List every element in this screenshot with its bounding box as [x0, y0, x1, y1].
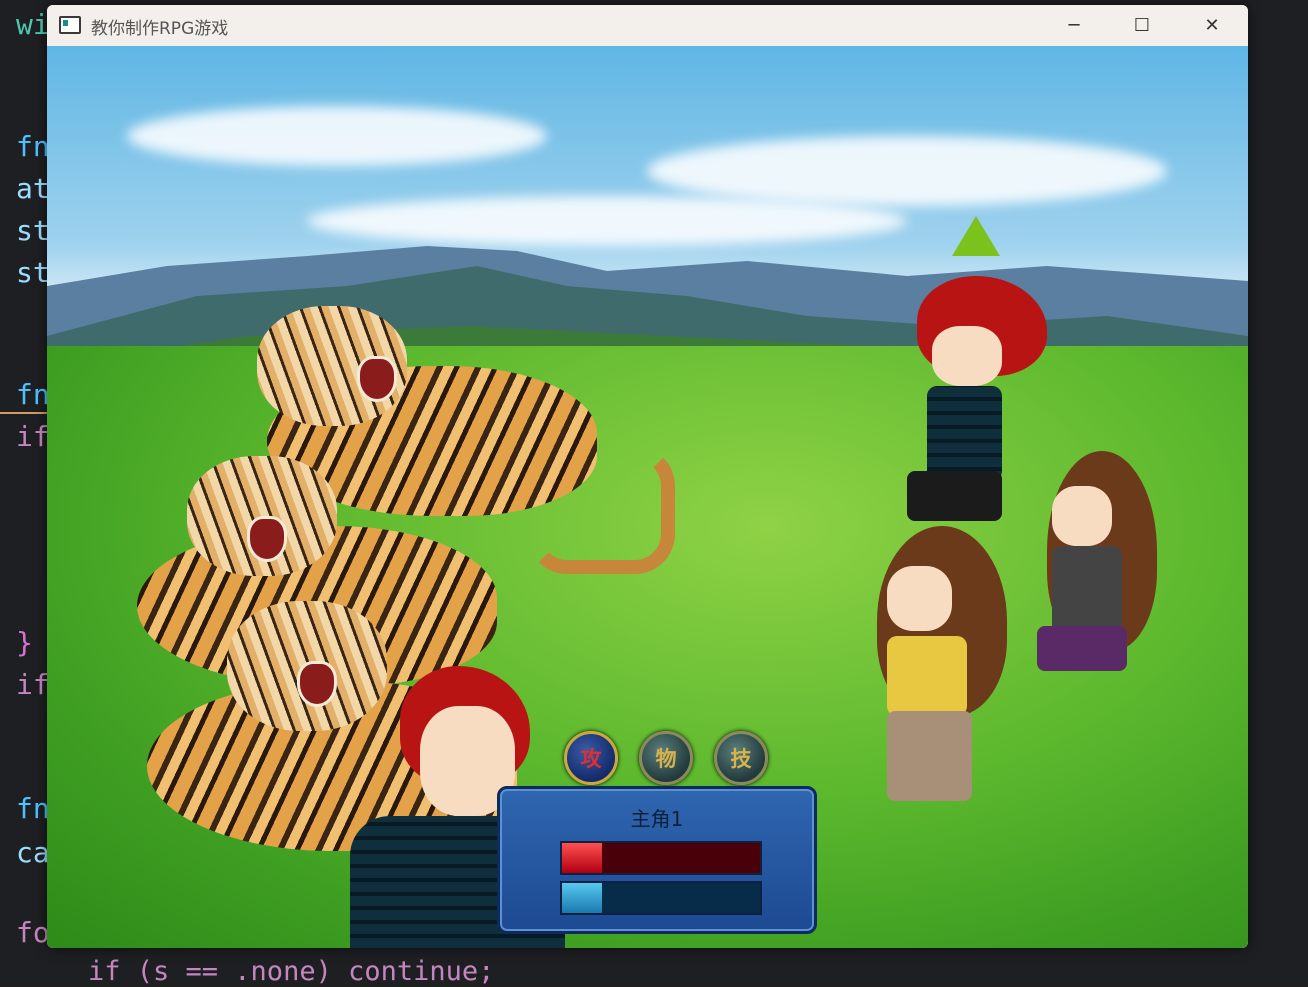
- code-line: if (s == .none) continue;: [88, 956, 495, 987]
- code-line: st: [16, 214, 50, 247]
- character-status-panel: 主角1: [497, 786, 817, 934]
- code-line: fn: [16, 378, 50, 411]
- code-line: fn: [16, 792, 50, 825]
- hp-bar: [560, 841, 762, 875]
- skill-command-button[interactable]: 技: [714, 731, 768, 785]
- mp-bar: [560, 881, 762, 915]
- character-name: 主角1: [630, 807, 684, 831]
- battle-scene: 攻 物 技 主角1: [47, 46, 1248, 948]
- code-line: fo: [16, 916, 50, 949]
- code-line: wi: [16, 8, 50, 41]
- minimize-button[interactable]: ─: [1051, 5, 1097, 46]
- code-line: }: [16, 626, 33, 659]
- close-button[interactable]: ✕: [1189, 5, 1235, 46]
- maximize-button[interactable]: ☐: [1119, 5, 1165, 46]
- hp-bar-fill: [562, 843, 602, 873]
- app-window-icon: [59, 16, 81, 34]
- mp-bar-fill: [562, 883, 602, 913]
- code-line: at: [16, 172, 50, 205]
- title-bar[interactable]: 教你制作RPG游戏 ─ ☐ ✕: [47, 5, 1248, 46]
- code-line: if: [16, 668, 50, 701]
- code-line: st: [16, 256, 50, 289]
- item-command-button[interactable]: 物: [639, 731, 693, 785]
- code-line: fn: [16, 130, 50, 163]
- cloud: [127, 106, 547, 166]
- attack-command-button[interactable]: 攻: [564, 731, 618, 785]
- current-line-indicator: [0, 412, 48, 414]
- game-window: 教你制作RPG游戏 ─ ☐ ✕ 攻 物 技 主角1: [47, 5, 1248, 948]
- party-member-brunette-girl[interactable]: [847, 526, 1027, 826]
- code-line: ca: [16, 836, 50, 869]
- selection-gem-icon: [952, 216, 1000, 256]
- window-title: 教你制作RPG游戏: [91, 19, 229, 39]
- party-member-ponytail-girl[interactable]: [1007, 446, 1167, 746]
- cloud: [647, 136, 1167, 206]
- code-line: if: [16, 420, 50, 453]
